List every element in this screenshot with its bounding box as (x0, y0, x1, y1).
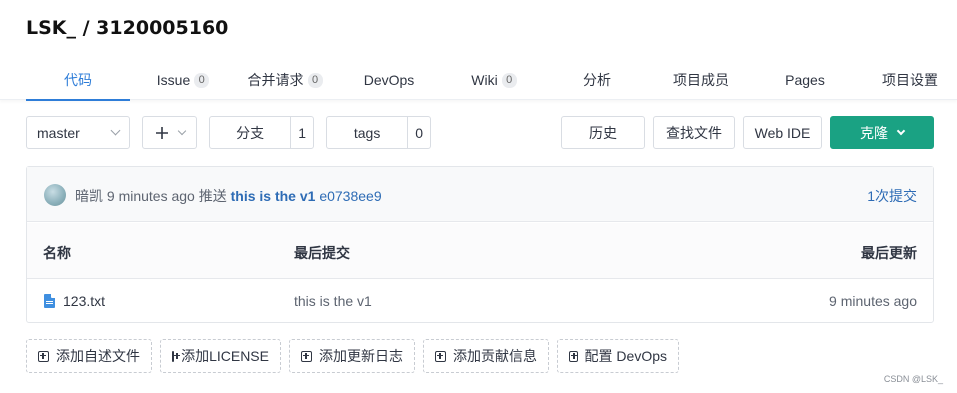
tab-label: Issue (156, 72, 191, 88)
clone-button[interactable]: 克隆 (830, 116, 934, 149)
history-button[interactable]: 历史 (561, 116, 645, 149)
tab-label: 分析 (583, 72, 611, 88)
clone-label: 克隆 (860, 124, 888, 141)
tab-pages[interactable]: Pages (778, 60, 832, 100)
file-last-update: 9 minutes ago (829, 293, 917, 309)
file-table-header: 名称 最后提交 最后更新 (27, 223, 933, 279)
tab-analytics[interactable]: 分析 (574, 60, 620, 100)
configure-devops-button[interactable]: 配置 DevOps (557, 339, 679, 373)
chevron-down-icon (110, 125, 121, 136)
tab-code[interactable]: 代码 (26, 60, 130, 101)
add-readme-button[interactable]: 添加自述文件 (26, 339, 152, 373)
file-name-link[interactable]: 123.txt (63, 293, 105, 309)
tab-label: 合并请求 (247, 72, 304, 88)
column-header-last-commit: 最后提交 (294, 245, 350, 261)
add-license-button[interactable]: 添加LICENSE (160, 339, 281, 373)
action-label: 添加自述文件 (56, 348, 140, 364)
repo-nav-tabs: 代码 Issue 0 合并请求 0 DevOps Wiki 0 分析 项目成员 … (0, 60, 957, 101)
commit-message-link[interactable]: this is the v1 (231, 188, 316, 204)
tags-label: tags (353, 124, 381, 141)
file-icon (44, 294, 55, 308)
plus-square-icon (569, 350, 578, 362)
branch-name: master (37, 124, 80, 141)
tags-count: 0 (407, 117, 430, 148)
watermark: CSDN @LSK_ (883, 374, 943, 384)
latest-commit-info: 暗凯 9 minutes ago 推送 this is the v1 e0738… (75, 186, 382, 206)
tab-label: 项目设置 (882, 72, 938, 88)
tab-label: 代码 (64, 72, 92, 88)
tab-label: Pages (785, 72, 825, 88)
plus-square-icon (38, 350, 49, 362)
file-browser-card: 暗凯 9 minutes ago 推送 this is the v1 e0738… (26, 166, 934, 323)
tab-label: 项目成员 (673, 72, 729, 88)
tab-count-badge: 0 (194, 72, 210, 88)
action-label: 添加贡献信息 (453, 348, 537, 364)
commit-sha-link[interactable]: e0738ee9 (319, 188, 381, 204)
column-header-name: 名称 (43, 245, 71, 261)
web-ide-button[interactable]: Web IDE (743, 116, 822, 149)
branches-button[interactable]: 分支 1 (209, 116, 314, 149)
action-label: 添加LICENSE (181, 348, 269, 364)
plus-square-icon (435, 350, 446, 362)
latest-commit-bar: 暗凯 9 minutes ago 推送 this is the v1 e0738… (27, 167, 933, 222)
tags-button[interactable]: tags 0 (326, 116, 431, 149)
tab-count-badge: 0 (501, 72, 517, 88)
avatar[interactable] (44, 184, 66, 206)
table-row[interactable]: 123.txt this is the v1 9 minutes ago (27, 280, 933, 322)
commit-action: 推送 (198, 188, 227, 204)
repo-title: LSK_ / 3120005160 (26, 17, 229, 39)
add-contributing-button[interactable]: 添加贡献信息 (423, 339, 549, 373)
tab-issue[interactable]: Issue 0 (148, 60, 218, 100)
chevron-down-icon (896, 126, 906, 135)
tab-merge-requests[interactable]: 合并请求 0 (240, 60, 330, 100)
add-changelog-button[interactable]: 添加更新日志 (289, 339, 415, 373)
file-last-commit[interactable]: this is the v1 (294, 293, 372, 309)
commit-count-link[interactable]: 1次提交 (867, 186, 917, 206)
branches-label: 分支 (236, 124, 265, 141)
plus-square-icon (172, 350, 181, 362)
column-header-last-update: 最后更新 (861, 245, 917, 261)
tab-wiki[interactable]: Wiki 0 (462, 60, 526, 100)
tab-devops[interactable]: DevOps (356, 60, 422, 100)
plus-square-icon (301, 350, 312, 362)
commit-time: 9 minutes ago (106, 188, 195, 204)
add-menu-button[interactable] (142, 116, 197, 149)
chevron-down-icon (177, 126, 186, 135)
tab-members[interactable]: 项目成员 (666, 60, 736, 100)
tab-count-badge: 0 (307, 72, 323, 88)
commit-author[interactable]: 暗凯 (75, 188, 103, 204)
action-label: 添加更新日志 (319, 348, 403, 364)
branches-count: 1 (290, 117, 313, 148)
find-file-button[interactable]: 查找文件 (653, 116, 735, 149)
tab-label: DevOps (363, 72, 415, 88)
action-label: 配置 DevOps (584, 348, 667, 364)
plus-icon (155, 126, 168, 139)
tab-label: Wiki (471, 72, 498, 88)
tab-settings[interactable]: 项目设置 (874, 60, 946, 100)
branch-select[interactable]: master (26, 116, 130, 149)
